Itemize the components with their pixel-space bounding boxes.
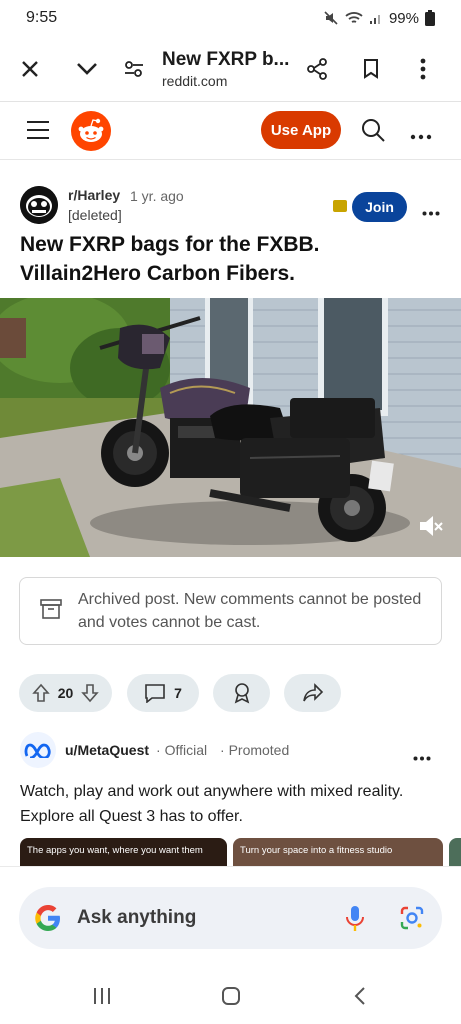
post-header: r/Harley 1 yr. ago [deleted] Join xyxy=(20,186,445,226)
post-author: [deleted] xyxy=(68,207,122,223)
ad-card-caption: The apps you want, where you want them xyxy=(27,845,203,856)
reddit-header: Use App xyxy=(0,102,461,160)
browser-toolbar: New FXRP b... reddit.com xyxy=(0,36,461,102)
subreddit-avatar[interactable] xyxy=(20,186,58,224)
chevron-down-icon xyxy=(77,62,97,75)
meta-logo-icon xyxy=(24,743,51,758)
menu-icon xyxy=(27,121,49,139)
ad-carousel: The apps you want, where you want them T… xyxy=(20,838,461,866)
status-bar: 9:55 99% xyxy=(0,0,461,36)
wifi-icon xyxy=(345,12,363,23)
microphone-icon[interactable] xyxy=(345,905,365,933)
award-button[interactable] xyxy=(213,674,270,712)
post-title[interactable]: New FXRP bags for the FXBB. Villain2Hero… xyxy=(20,230,445,288)
signal-icon xyxy=(369,15,380,24)
browser-menu-button[interactable] xyxy=(403,49,443,89)
mute-icon xyxy=(324,11,338,25)
ad-header: u/MetaQuest · Official · Promoted xyxy=(20,732,445,768)
status-icons: 99% xyxy=(323,10,435,27)
close-tab-button[interactable] xyxy=(10,49,50,89)
more-horizontal-icon xyxy=(413,756,431,761)
collapse-button[interactable] xyxy=(67,49,107,89)
ad-card[interactable] xyxy=(449,838,461,866)
back-icon[interactable] xyxy=(353,986,367,1006)
post-age: 1 yr. ago xyxy=(130,188,184,204)
more-horizontal-icon xyxy=(410,134,432,140)
vote-pill: 20 xyxy=(19,674,112,712)
advertiser-name[interactable]: u/MetaQuest xyxy=(65,742,149,758)
page-url: reddit.com xyxy=(162,72,228,89)
advertiser-avatar[interactable] xyxy=(20,732,56,768)
use-app-button[interactable]: Use App xyxy=(261,111,341,149)
page-info[interactable]: New FXRP b... reddit.com xyxy=(162,49,294,89)
reddit-logo-icon xyxy=(71,111,111,151)
more-horizontal-icon xyxy=(422,211,440,216)
battery-icon xyxy=(425,10,435,26)
search-button[interactable] xyxy=(361,118,385,147)
status-time: 9:55 xyxy=(26,9,58,26)
hamburger-menu-button[interactable] xyxy=(26,120,50,145)
archived-notice: Archived post. New comments cannot be po… xyxy=(19,577,442,645)
archive-box-icon xyxy=(40,599,62,619)
reddit-logo[interactable] xyxy=(71,111,111,156)
upvote-icon[interactable] xyxy=(31,683,50,703)
vote-count: 20 xyxy=(57,685,74,701)
recent-apps-icon[interactable] xyxy=(92,987,112,1005)
official-label: · Official xyxy=(156,742,208,758)
archive-icon xyxy=(333,200,347,212)
page-title: New FXRP b... xyxy=(162,48,290,70)
motorcycle-photo xyxy=(0,298,461,557)
ad-card-caption: Turn your space into a fitness studio xyxy=(240,845,393,856)
downvote-icon[interactable] xyxy=(81,683,100,703)
system-nav-bar xyxy=(0,966,461,1024)
google-search-field[interactable]: Ask anything xyxy=(19,887,442,949)
post-actions: 20 7 xyxy=(19,674,444,712)
join-button[interactable]: Join xyxy=(352,192,407,222)
share-post-button[interactable] xyxy=(284,674,341,712)
ad-card[interactable]: Turn your space into a fitness studio xyxy=(233,838,443,866)
header-more-button[interactable] xyxy=(410,127,432,145)
subreddit-avatar-icon xyxy=(20,186,58,224)
google-logo-icon xyxy=(35,905,60,931)
bookmark-button[interactable] xyxy=(351,49,391,89)
ad-more-button[interactable] xyxy=(413,748,431,766)
bookmark-icon xyxy=(364,58,378,79)
share-button[interactable] xyxy=(297,49,337,89)
share-arrow-icon xyxy=(302,683,323,702)
comments-button[interactable]: 7 xyxy=(127,674,199,712)
post-image[interactable] xyxy=(0,298,461,557)
archived-text: Archived post. New comments cannot be po… xyxy=(78,591,422,631)
promoted-label: · Promoted xyxy=(220,742,290,758)
battery-percent: 99% xyxy=(388,9,419,27)
site-settings-button[interactable] xyxy=(114,49,154,89)
ad-body[interactable]: Watch, play and work out anywhere with m… xyxy=(20,779,445,829)
close-icon xyxy=(22,60,38,77)
ad-card[interactable]: The apps you want, where you want them xyxy=(20,838,227,866)
home-icon[interactable] xyxy=(221,986,241,1006)
comment-count: 7 xyxy=(174,685,182,701)
google-search-bar: Ask anything xyxy=(0,866,461,966)
tune-icon xyxy=(125,60,143,77)
more-vertical-icon xyxy=(420,58,426,79)
comment-icon xyxy=(145,684,165,703)
subreddit-link[interactable]: r/Harley xyxy=(68,187,120,203)
post-more-button[interactable] xyxy=(422,203,440,221)
search-placeholder: Ask anything xyxy=(77,907,197,928)
search-icon xyxy=(362,119,385,142)
share-icon xyxy=(307,57,327,80)
google-lens-icon[interactable] xyxy=(400,906,424,930)
award-icon xyxy=(234,683,249,704)
